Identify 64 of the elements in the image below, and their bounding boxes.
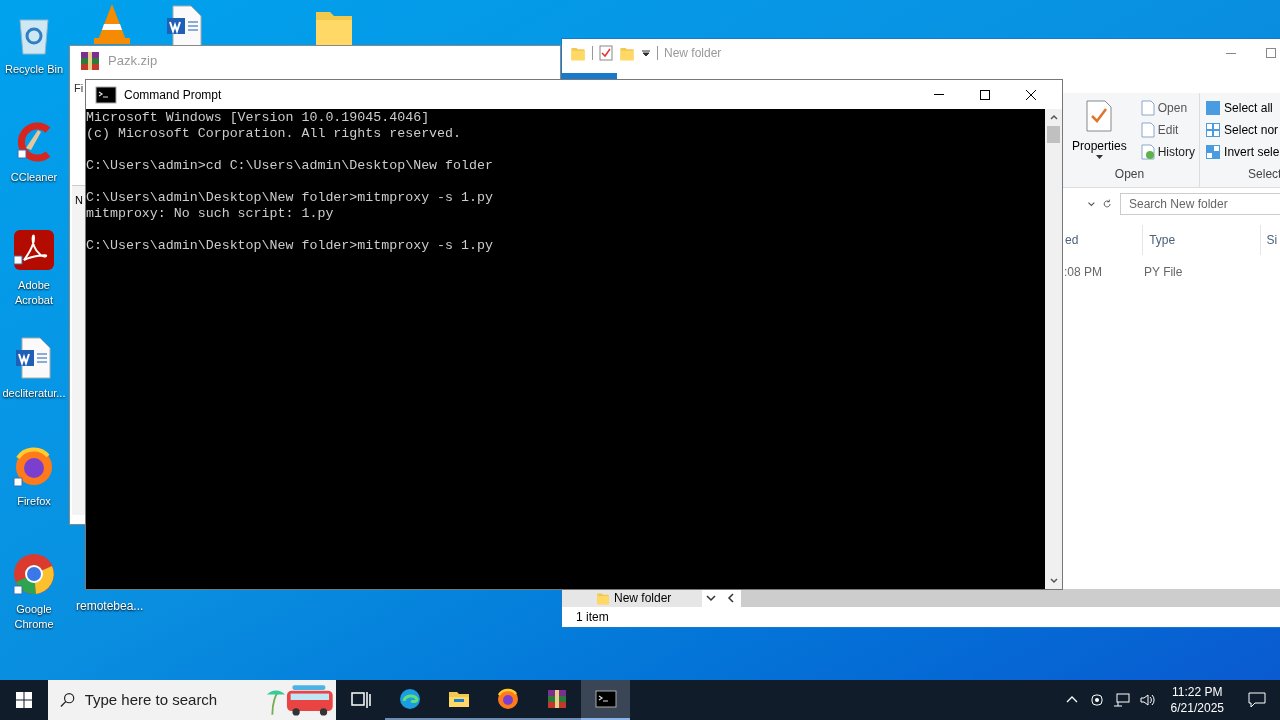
- stacked-books-icon: [78, 49, 102, 73]
- taskbar-search-box[interactable]: Type here to search: [48, 680, 336, 720]
- minimize-button[interactable]: [1226, 52, 1236, 54]
- windows-logo-icon: [16, 692, 32, 708]
- window-title: New folder: [664, 45, 722, 62]
- terminal-line: Microsoft Windows [Version 10.0.19045.4046]: [86, 110, 430, 126]
- terminal-line: C:\Users\admin>cd C:\Users\admin\Desktop\New folder: [86, 158, 493, 174]
- folder-icon: [570, 45, 586, 61]
- ribbon-command[interactable]: Select nor: [1206, 121, 1280, 139]
- status-text: 1 item: [576, 609, 609, 626]
- page-icon: [1140, 122, 1155, 138]
- page-icon: [1140, 100, 1155, 116]
- caret-down-icon: [1095, 155, 1103, 160]
- scrollbar-thumb[interactable]: [1047, 126, 1060, 143]
- table-cell-text: :08 PM: [1064, 264, 1103, 281]
- menu-item[interactable]: Fi: [74, 80, 84, 97]
- search-field[interactable]: Search New folder: [1120, 193, 1280, 215]
- taskbar-app-button[interactable]: [581, 680, 630, 720]
- wave-browser-icon: [397, 687, 422, 711]
- search-icon: [60, 692, 75, 708]
- ribbon-command[interactable]: Open: [1140, 99, 1196, 117]
- terminal-line: mitmproxy: No such script: 1.py: [86, 206, 334, 222]
- checkmark-page-icon[interactable]: [599, 45, 613, 61]
- window-title: Pazk.zip: [108, 52, 158, 71]
- column-header[interactable]: ed: [1065, 225, 1144, 255]
- terminal-icon: [593, 687, 618, 711]
- ribbon-command[interactable]: Edit: [1140, 121, 1196, 139]
- network-icon[interactable]: [1112, 692, 1131, 708]
- ribbon-command[interactable]: History: [1140, 143, 1196, 161]
- terminal-line: (c) Microsoft Corporation. All rights reserved.: [86, 126, 462, 142]
- grid-select-icon: [1206, 145, 1221, 159]
- terminal-line: C:\Users\admin\Desktop\New folder>mitmproxy -s 1.py: [86, 238, 493, 254]
- ribbon-command[interactable]: Invert sele: [1206, 143, 1280, 161]
- column-header[interactable]: Si: [1260, 225, 1280, 255]
- clock[interactable]: 11:22 PM 6/21/2025: [1160, 684, 1234, 716]
- close-icon: [1025, 88, 1037, 101]
- camera-tray-icon[interactable]: [1088, 692, 1105, 708]
- ribbon-command[interactable]: Select all: [1206, 99, 1280, 117]
- grid-select-icon: [1206, 101, 1221, 115]
- chevron-down-icon[interactable]: [705, 592, 717, 604]
- column-header[interactable]: Type: [1143, 225, 1261, 255]
- pane-heading: N: [75, 192, 83, 208]
- notification-icon[interactable]: [1248, 692, 1266, 708]
- speaker-icon[interactable]: [1138, 692, 1157, 708]
- checkmark-page-icon: [1085, 99, 1114, 133]
- ribbon-group-label: Open: [1113, 166, 1146, 183]
- browser-circle-icon: [12, 552, 56, 596]
- pdf-app-icon: [12, 228, 56, 272]
- folder-icon: [596, 591, 610, 605]
- scroll-up-icon[interactable]: [1048, 112, 1059, 122]
- beach-van-icon: [264, 682, 336, 718]
- fox-globe-icon: [495, 687, 520, 711]
- dropdown-arrow-icon[interactable]: [641, 48, 651, 58]
- folder-icon: [619, 45, 635, 61]
- table-cell-text: PY File: [1144, 264, 1184, 281]
- scroll-down-icon[interactable]: [1048, 576, 1059, 586]
- properties-button[interactable]: Properties: [1064, 99, 1135, 165]
- grid-select-icon: [1206, 123, 1221, 137]
- clock-page-icon: [1140, 144, 1155, 160]
- window-title: Command Prompt: [124, 86, 222, 104]
- terminal-line: C:\Users\admin\Desktop\New folder>mitmproxy -s 1.py: [86, 190, 493, 206]
- vertical-scrollbar[interactable]: [1045, 109, 1062, 589]
- search-field[interactable]: Type here to search: [84, 688, 255, 712]
- chevron-left-icon[interactable]: [725, 592, 737, 604]
